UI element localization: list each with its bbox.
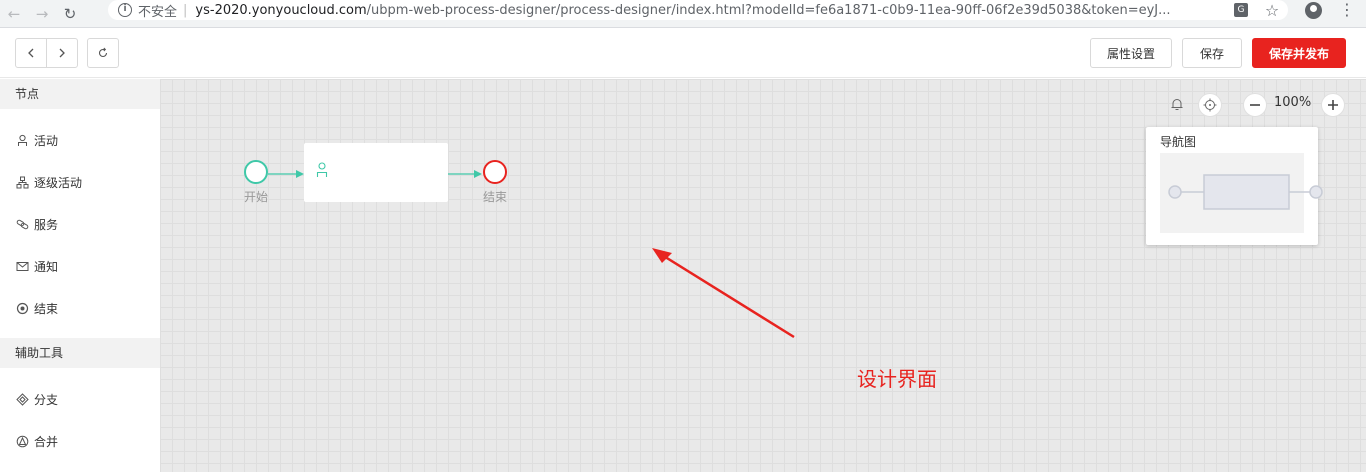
plus-icon: [1328, 100, 1338, 110]
minimap-diagram: [1168, 174, 1323, 210]
locate-icon[interactable]: [1198, 93, 1222, 117]
end-circle-icon: [16, 302, 29, 315]
palette-item-service[interactable]: 服务: [0, 203, 160, 245]
bell-icon[interactable]: [1167, 92, 1187, 116]
menu-icon[interactable]: ⋮: [1339, 0, 1355, 20]
star-icon[interactable]: ☆: [1262, 0, 1282, 20]
link-icon: [16, 218, 29, 231]
forward-button[interactable]: [46, 38, 78, 68]
back-button[interactable]: [15, 38, 47, 68]
zoom-out-button[interactable]: [1243, 93, 1267, 117]
palette-item-label: 服务: [34, 217, 59, 232]
palette-item-label: 合并: [34, 434, 59, 449]
start-event-label: 开始: [244, 190, 269, 204]
address-bar[interactable]: i 不安全 | ys-2020.yonyoucloud.com/ubpm-web…: [108, 0, 1288, 20]
palette-item-label: 分支: [34, 392, 59, 407]
chevron-left-icon: [28, 48, 34, 58]
flow-arrow-icon: [474, 170, 482, 178]
navigator-minimap[interactable]: [1160, 153, 1323, 233]
insecure-label: 不安全: [138, 4, 178, 20]
palette-item-activity[interactable]: 活动: [0, 119, 160, 161]
account-icon[interactable]: [1302, 0, 1324, 20]
url-path: /ubpm-web-process-designer/process-desig…: [366, 2, 1171, 18]
minus-icon: [1250, 104, 1260, 106]
annotation-label: 设计界面: [857, 367, 937, 391]
save-button[interactable]: 保存: [1182, 38, 1242, 68]
refresh-button[interactable]: [87, 38, 119, 68]
palette-item-label: 通知: [34, 259, 59, 274]
palette-item-label: 结束: [34, 301, 59, 316]
zoom-in-button[interactable]: [1321, 93, 1345, 117]
url-host: ys-2020.yonyoucloud.com: [195, 2, 367, 18]
browser-back-icon[interactable]: ←: [0, 0, 28, 28]
org-tree-icon: [16, 176, 29, 189]
end-event[interactable]: [483, 160, 507, 184]
zoom-level: 100%: [1274, 95, 1312, 110]
palette-item-end[interactable]: 结束: [0, 287, 160, 329]
nodes-section-title: 节点: [0, 79, 160, 109]
start-event[interactable]: [244, 160, 268, 184]
merge-icon: [16, 435, 29, 448]
info-icon[interactable]: i: [118, 3, 132, 17]
palette-item-label: 逐级活动: [34, 175, 83, 190]
end-event-label: 结束: [483, 190, 508, 204]
node-palette: 节点 活动 逐级活动 服务 通知 结束 辅助工具 分支 合并: [0, 79, 160, 472]
browser-forward-icon[interactable]: →: [28, 0, 56, 28]
palette-item-stepwise-activity[interactable]: 逐级活动: [0, 161, 160, 203]
navigator-title: 导航图: [1160, 135, 1197, 149]
chevron-right-icon: [59, 48, 65, 58]
properties-button[interactable]: 属性设置: [1090, 38, 1172, 68]
save-and-publish-button[interactable]: 保存并发布: [1252, 38, 1346, 68]
diamond-icon: [16, 392, 29, 406]
flow-arrow-icon: [296, 170, 304, 178]
browser-reload-icon[interactable]: ↻: [56, 0, 84, 28]
separator: |: [183, 2, 188, 18]
annotation-arrow: [652, 248, 795, 339]
process-diagram: [244, 143, 507, 202]
palette-item-label: 活动: [34, 133, 59, 148]
design-canvas[interactable]: 100% 导航图 开始 结束 设计界面: [160, 79, 1366, 472]
refresh-icon: [98, 47, 108, 58]
palette-item-branch[interactable]: 分支: [0, 378, 160, 420]
tools-section-title: 辅助工具: [0, 338, 160, 368]
palette-item-merge[interactable]: 合并: [0, 420, 160, 462]
navigator-panel: 导航图: [1146, 127, 1323, 245]
app-header: 属性设置 保存 保存并发布: [0, 28, 1366, 78]
translate-icon[interactable]: G: [1232, 0, 1250, 20]
palette-item-notify[interactable]: 通知: [0, 245, 160, 287]
person-icon: [16, 134, 29, 147]
mail-icon: [16, 260, 29, 273]
